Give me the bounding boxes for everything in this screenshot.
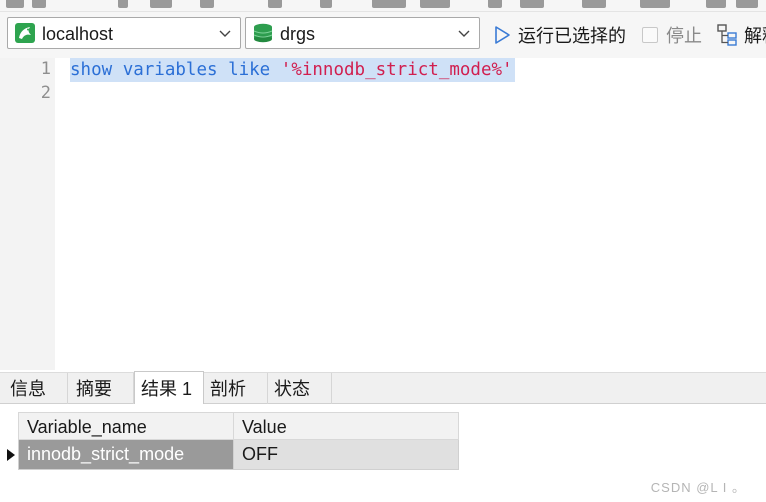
tab-summary[interactable]: 摘要 xyxy=(70,373,134,405)
stop-button[interactable]: 停止 xyxy=(642,22,702,48)
run-selected-button[interactable]: 运行已选择的 xyxy=(492,22,626,48)
explain-button[interactable]: 解释 xyxy=(716,22,766,48)
explain-label: 解释 xyxy=(744,26,766,46)
sql-code-line[interactable]: show variables like '%innodb_strict_mode… xyxy=(70,58,515,82)
tab-status[interactable]: 状态 xyxy=(268,373,332,405)
tab-info[interactable]: 信息 xyxy=(4,373,68,405)
column-header-value[interactable]: Value xyxy=(233,412,459,440)
result-grid[interactable]: Variable_name Value innodb_strict_mode O… xyxy=(0,404,766,502)
database-cylinder-icon xyxy=(253,23,273,43)
play-icon xyxy=(495,26,510,44)
line-number-gutter: 1 2 xyxy=(0,58,55,370)
table-cell[interactable]: innodb_strict_mode xyxy=(18,440,234,470)
line-number: 1 xyxy=(40,59,51,79)
watermark: CSDN @L I 。 xyxy=(650,480,746,495)
tab-profile[interactable]: 剖析 xyxy=(204,373,268,405)
sql-string-literal: '%innodb_strict_mode%' xyxy=(280,60,513,80)
stop-icon xyxy=(642,27,658,43)
database-select[interactable]: drgs xyxy=(245,17,480,49)
database-label: drgs xyxy=(280,24,316,44)
run-selected-label: 运行已选择的 xyxy=(518,26,626,46)
sql-keyword: like xyxy=(228,60,271,80)
result-tabs: 信息 摘要 结果 1 剖析 状态 xyxy=(0,371,766,406)
chevron-down-icon xyxy=(219,30,231,37)
top-toolbar-strip xyxy=(0,0,766,12)
sql-keyword: show xyxy=(70,60,113,80)
row-pointer-icon xyxy=(7,449,15,461)
chevron-down-icon xyxy=(458,30,470,37)
column-header-variable-name[interactable]: Variable_name xyxy=(18,412,234,440)
table-cell[interactable]: OFF xyxy=(233,440,459,470)
explain-icon xyxy=(717,24,737,46)
sql-editor[interactable]: 1 2 show variables like '%innodb_strict_… xyxy=(0,58,766,370)
mysql-dolphin-icon xyxy=(15,23,35,43)
sql-keyword: variables xyxy=(122,60,218,80)
connection-select[interactable]: localhost xyxy=(7,17,241,49)
tab-result-1[interactable]: 结果 1 xyxy=(134,371,204,406)
query-toolbar: localhost drgs 运行已选择的 停止 解 xyxy=(0,12,766,58)
line-number: 2 xyxy=(40,83,51,103)
connection-label: localhost xyxy=(42,24,114,44)
stop-label: 停止 xyxy=(666,26,702,46)
